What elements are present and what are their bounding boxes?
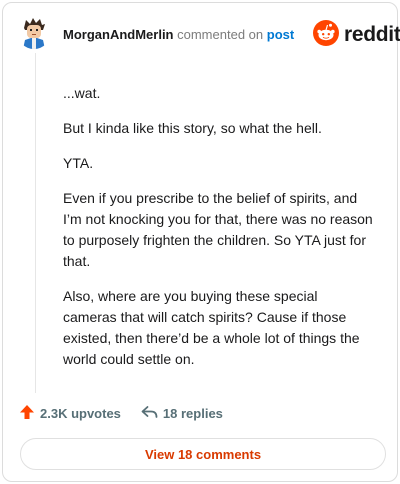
comment-paragraph: ...wat.	[63, 85, 101, 101]
reddit-logo-text: reddit	[344, 23, 400, 46]
comment-paragraph: But I kinda like this story, so what the…	[63, 120, 322, 136]
upvotes-stat[interactable]: 2.3K upvotes	[19, 404, 121, 423]
comment-stats: 2.3K upvotes 18 replies	[19, 403, 223, 423]
reply-arrow-icon	[141, 404, 163, 423]
replies-count: 18 replies	[162, 405, 223, 421]
comment-meta: MorganAndMerlin commented on post	[63, 27, 294, 43]
upvote-arrow-icon	[19, 404, 40, 423]
comment-paragraph: Even if you prescribe to the belief of s…	[63, 190, 373, 269]
view-comments-button[interactable]: View 18 comments	[20, 438, 386, 470]
replies-stat[interactable]: 18 replies	[141, 404, 223, 423]
comment-paragraph: YTA.	[63, 155, 94, 171]
comment-paragraph: Also, where are you buying these special…	[63, 288, 360, 367]
thread-line	[35, 53, 36, 393]
upvotes-count: 2.3K upvotes	[40, 405, 121, 421]
post-link[interactable]: post	[267, 27, 294, 42]
username-link[interactable]: MorganAndMerlin	[63, 27, 174, 42]
reddit-logo[interactable]: reddit	[313, 19, 400, 51]
comment-header: MorganAndMerlin commented on post reddit	[3, 3, 400, 67]
comment-card: MorganAndMerlin commented on post reddit	[2, 2, 400, 482]
meta-action-text: commented on	[177, 27, 264, 42]
comment-body: ...wat. But I kinda like this story, so …	[63, 83, 373, 384]
avatar[interactable]	[17, 15, 51, 49]
reddit-logo-icon	[313, 19, 339, 51]
